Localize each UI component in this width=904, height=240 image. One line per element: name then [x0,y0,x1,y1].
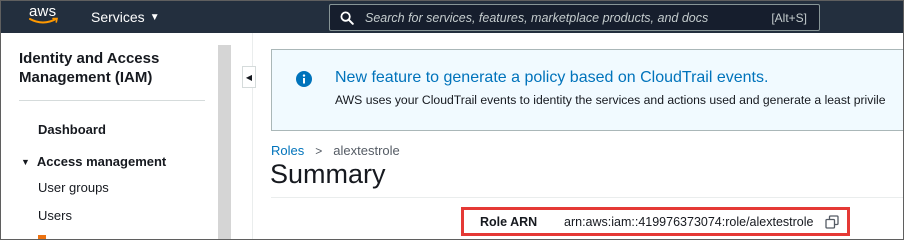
sidebar-section-access-management[interactable]: ▼ Access management [21,154,166,169]
collapse-sidebar-button[interactable]: ◀ [242,66,256,88]
app-window: aws Services ▼ [Alt+S] Identity and Acce… [0,0,904,240]
banner-title-link[interactable]: New feature to generate a policy based o… [335,69,768,87]
breadcrumb: Roles > alextestrole [271,143,400,158]
sidebar-item-partial [38,235,46,239]
chevron-left-icon: ◀ [245,72,253,82]
info-icon [296,71,312,87]
top-nav: aws Services ▼ [Alt+S] [1,1,903,33]
search-input[interactable] [363,9,772,26]
page-title: Summary [270,159,386,189]
sidebar-divider [19,100,205,101]
search-shortcut-hint: [Alt+S] [771,10,807,25]
info-banner: New feature to generate a policy based o… [271,49,903,131]
aws-logo[interactable]: aws [29,3,63,29]
sidebar-item-users[interactable]: Users [38,208,72,223]
role-arn-row: Role ARN arn:aws:iam::419976373074:role/… [461,207,850,236]
banner-description: AWS uses your CloudTrail events to ident… [335,93,886,107]
sidebar-section-label: Access management [36,154,167,169]
caret-down-icon: ▼ [21,156,30,167]
role-arn-value[interactable]: arn:aws:iam::419976373074:role/alextestr… [564,215,813,229]
sidebar-title[interactable]: Identity and Access Management (IAM) [19,49,209,87]
aws-smile-icon [29,17,58,24]
breadcrumb-roles-link[interactable]: Roles [271,143,304,158]
breadcrumb-separator-icon: > [315,143,323,158]
breadcrumb-current: alextestrole [333,143,400,158]
sidebar-scrollbar[interactable] [218,45,231,239]
search-icon [340,11,354,25]
caret-down-icon: ▼ [149,11,160,23]
sidebar-item-user-groups[interactable]: User groups [38,180,109,195]
sidebar-item-dashboard[interactable]: Dashboard [38,122,106,137]
sidebar: Identity and Access Management (IAM) Das… [1,33,231,239]
services-label: Services [91,9,145,25]
sidebar-toggle-strip [231,33,253,239]
role-arn-label: Role ARN [480,215,538,229]
copy-icon[interactable] [825,215,839,229]
services-menu-button[interactable]: Services ▼ [91,9,160,25]
search-bar[interactable]: [Alt+S] [329,4,820,31]
heading-divider [271,197,903,198]
